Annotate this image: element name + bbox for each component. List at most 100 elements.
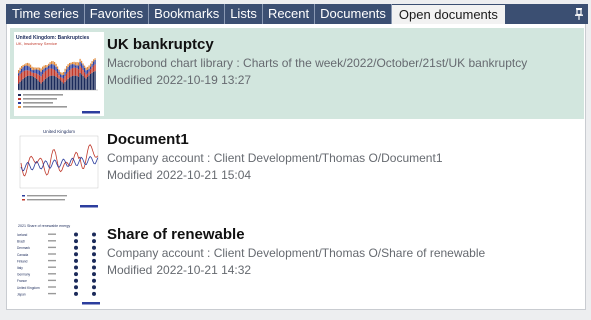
thumb-bar [34, 73, 36, 78]
thumb-bar [82, 65, 84, 71]
modified-date: 2022-10-21 15:04 [156, 168, 252, 182]
pin-icon[interactable] [570, 4, 588, 24]
thumb-bar [49, 64, 51, 69]
document-item-document1[interactable]: United Kingdom Document1 Company account… [10, 123, 584, 214]
thumb-bar [42, 74, 44, 82]
thumb-bar [57, 73, 59, 78]
thumb-bar [54, 76, 56, 90]
thumb-bar [39, 81, 41, 90]
thumb-bar [91, 63, 93, 68]
thumb-bar [22, 78, 24, 90]
thumb-bar [63, 83, 65, 90]
tab-open-documents[interactable]: Open documents [391, 4, 505, 24]
thumb-bar [93, 71, 95, 90]
thumb-bar [61, 82, 63, 90]
thumb-bar [81, 67, 83, 75]
thumb-bar [28, 63, 30, 67]
thumb-bar [61, 75, 63, 78]
thumb-bar [78, 76, 80, 90]
thumb-bar [39, 75, 41, 82]
thumb-bar [40, 71, 42, 77]
thumb-bar [34, 67, 36, 70]
tab-favorites[interactable]: Favorites [85, 4, 150, 24]
thumb-bar [45, 70, 47, 79]
thumb-row-value [48, 279, 56, 282]
thumb-bar [57, 68, 59, 74]
thumb-bar [43, 72, 45, 81]
thumb-title: United Kingdom [43, 129, 75, 134]
thumb-bar [64, 81, 66, 90]
thumb-bar [30, 64, 32, 68]
thumb-bar [66, 80, 68, 90]
thumb-bar [90, 73, 92, 90]
thumb-row-value [48, 259, 56, 262]
thumb-bar [84, 77, 86, 90]
thumb-bar [63, 78, 65, 84]
thumb-bar [25, 65, 27, 71]
thumb-bar [69, 77, 71, 90]
thumb-bar [69, 65, 71, 71]
thumb-bar [94, 58, 96, 60]
thumb-bar [48, 68, 50, 77]
document-modified: Modified 2022-10-21 15:04 [107, 168, 251, 182]
thumb-bar [42, 81, 44, 90]
thumb-bar [34, 69, 36, 74]
document-modified: Modified 2022-10-19 13:27 [107, 73, 251, 87]
thumb-bar [33, 76, 35, 90]
thumb-bar [61, 77, 63, 83]
thumb-bar [90, 66, 92, 70]
thumb-bar [87, 69, 89, 74]
thumb-bar [81, 63, 83, 68]
thumb-bar [60, 80, 62, 90]
thumb-bar [33, 70, 35, 73]
thumb-row-dot [74, 285, 78, 290]
thumb-bar [39, 70, 41, 76]
thumb-bar [82, 75, 84, 90]
thumb-bar [78, 69, 80, 77]
thumb-bar [66, 69, 68, 74]
thumb-row-value [48, 240, 56, 242]
thumb-row-dot [92, 272, 96, 277]
thumb-bar [72, 62, 74, 65]
thumb-bar [46, 69, 48, 78]
thumb-bar [60, 77, 62, 81]
thumb-bar [84, 67, 86, 73]
thumb-bar [49, 68, 51, 76]
thumb-bar [88, 75, 90, 90]
tab-recent[interactable]: Recent [263, 4, 316, 24]
thumb-bar [51, 68, 53, 76]
thumb-bar [64, 76, 66, 82]
tab-lists[interactable]: Lists [225, 4, 263, 24]
tab-time-series[interactable]: Time series [6, 4, 85, 24]
thumb-bar [19, 81, 21, 90]
document-item-uk-bankruptcy[interactable]: United Kingdom: Bankruptcies UK, Insolve… [10, 28, 584, 119]
thumb-bar [21, 68, 23, 73]
document-item-share-of-renewable[interactable]: 2021 Share of renewable energy Iceland Br… [10, 218, 584, 309]
thumb-row-dot [74, 291, 78, 296]
thumb-row-dot [92, 252, 96, 257]
thumb-bar [66, 73, 68, 81]
thumb-row-label: Canada [17, 253, 28, 257]
thumb-row-label: United Kingdom [17, 286, 40, 290]
thumb-bar [27, 70, 29, 76]
thumb-bar [88, 68, 90, 72]
thumb-bar [27, 65, 29, 71]
thumb-bar [45, 67, 47, 71]
thumb-bar [37, 80, 39, 90]
thumb-bar [43, 80, 45, 90]
thumb-bar [73, 75, 75, 90]
thumb-bar [55, 71, 57, 77]
thumb-bar [84, 65, 86, 68]
open-documents-panel: Time series Favorites Bookmarks Lists Re… [0, 0, 591, 320]
thumb-bar [58, 69, 60, 72]
thumb-bar [19, 74, 21, 82]
tab-bookmarks[interactable]: Bookmarks [149, 4, 226, 24]
tab-documents[interactable]: Documents [315, 4, 392, 24]
thumb-bar [55, 63, 57, 67]
tab-bar: Time series Favorites Bookmarks Lists Re… [6, 4, 588, 24]
thumb-row-dot [92, 239, 96, 244]
thumb-bar [27, 62, 29, 66]
thumb-bar [67, 71, 69, 79]
modified-label: Modified [107, 168, 153, 182]
thumb-bar [75, 62, 77, 66]
